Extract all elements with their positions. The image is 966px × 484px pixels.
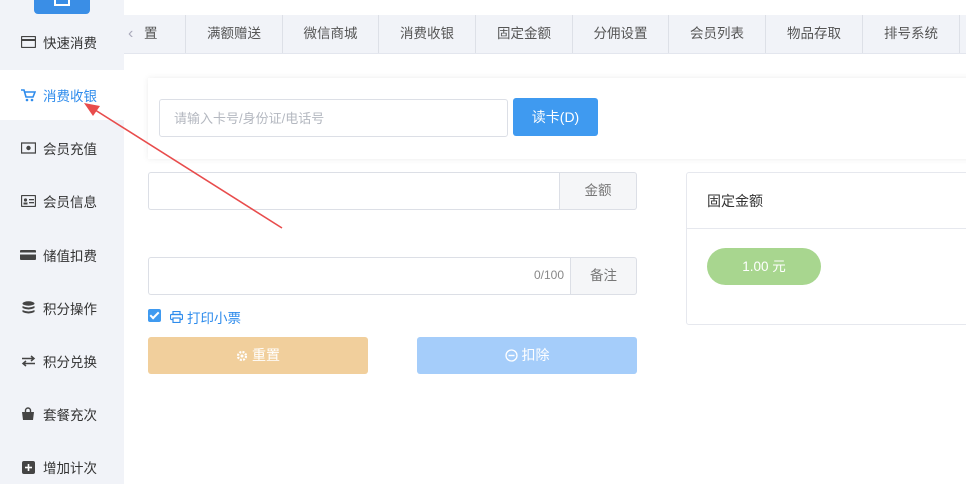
sidebar-item-member-recharge[interactable]: 会员充值 (0, 123, 124, 173)
gear-icon (236, 350, 248, 362)
minus-circle-icon (504, 349, 518, 362)
sidebar-item-label: 会员充值 (43, 142, 97, 157)
exchange-icon (20, 354, 36, 368)
sidebar-item-quick-consume[interactable]: 快速消费 (0, 17, 124, 67)
tab-wechat-mall[interactable]: 微信商城 (283, 15, 379, 53)
deduct-button[interactable]: 扣除 (417, 337, 637, 374)
sidebar-item-points-operation[interactable]: 积分操作 (0, 283, 124, 333)
tab-settings[interactable]: 置 (142, 15, 186, 53)
card-search-input[interactable] (159, 99, 508, 137)
tab-queue-system[interactable]: 排号系统 (863, 15, 960, 53)
tab-commission-settings[interactable]: 分佣设置 (573, 15, 669, 53)
database-icon (20, 301, 36, 315)
remark-input[interactable] (148, 257, 571, 295)
tab-full-gift[interactable]: 满额赠送 (186, 15, 283, 53)
sidebar-item-label: 消费收银 (43, 89, 97, 104)
money-icon (20, 141, 36, 155)
reset-button-label: 重置 (252, 347, 280, 363)
sidebar: 快速消费 消费收银 会员充值 会员信息 储值扣费 积分操作 积分兑换 套餐充次 … (0, 0, 124, 484)
read-card-button[interactable]: 读卡(D) (513, 98, 598, 136)
print-receipt-label: 打印小票 (187, 311, 241, 326)
tab-bar: ‹ 置 满额赠送 微信商城 消费收银 固定金额 分佣设置 会员列表 物品存取 排… (124, 15, 966, 54)
bag-icon (20, 407, 36, 421)
tab-member-list[interactable]: 会员列表 (669, 15, 766, 53)
sidebar-item-points-exchange[interactable]: 积分兑换 (0, 336, 124, 386)
sidebar-item-label: 储值扣费 (43, 249, 97, 264)
cart-icon (20, 88, 36, 102)
deduct-button-label: 扣除 (521, 347, 550, 363)
remark-char-count: 0/100 (533, 268, 564, 282)
fixed-amount-title: 固定金额 (687, 173, 966, 229)
sidebar-item-label: 会员信息 (43, 195, 97, 210)
sidebar-item-consume-cashier[interactable]: 消费收银 (0, 70, 124, 120)
app-logo (34, 0, 90, 14)
printer-icon (169, 310, 184, 324)
reset-button[interactable]: 重置 (148, 337, 368, 374)
remark-label: 备注 (570, 257, 637, 295)
tab-item-storage[interactable]: 物品存取 (766, 15, 863, 53)
print-receipt-checkbox[interactable] (148, 309, 161, 322)
plus-square-icon (20, 460, 36, 474)
sidebar-item-label: 增加计次 (43, 461, 97, 476)
sidebar-item-stored-value-deduct[interactable]: 储值扣费 (0, 230, 124, 280)
sidebar-item-label: 快速消费 (43, 36, 97, 51)
sidebar-item-package-recharge[interactable]: 套餐充次 (0, 389, 124, 439)
tab-scroll-left-icon[interactable]: ‹ (128, 25, 133, 43)
card-icon (20, 35, 36, 49)
print-receipt-toggle[interactable]: 打印小票 (169, 307, 241, 327)
amount-label: 金额 (559, 172, 637, 210)
tab-fixed-amount[interactable]: 固定金额 (476, 15, 573, 53)
sidebar-item-add-count[interactable]: 增加计次 (0, 442, 124, 484)
sidebar-item-label: 积分操作 (43, 302, 97, 317)
sidebar-item-member-info[interactable]: 会员信息 (0, 176, 124, 226)
fixed-amount-panel: 固定金额 1.00 元 (686, 172, 966, 325)
id-card-icon (20, 194, 36, 208)
fixed-amount-option[interactable]: 1.00 元 (707, 248, 821, 285)
card-read-panel: 读卡(D) (148, 78, 966, 159)
sidebar-item-label: 积分兑换 (43, 355, 97, 370)
sidebar-item-label: 套餐充次 (43, 408, 97, 423)
credit-card-icon (20, 248, 36, 262)
amount-input[interactable] (148, 172, 560, 210)
tab-consume-cashier[interactable]: 消费收银 (379, 15, 476, 53)
